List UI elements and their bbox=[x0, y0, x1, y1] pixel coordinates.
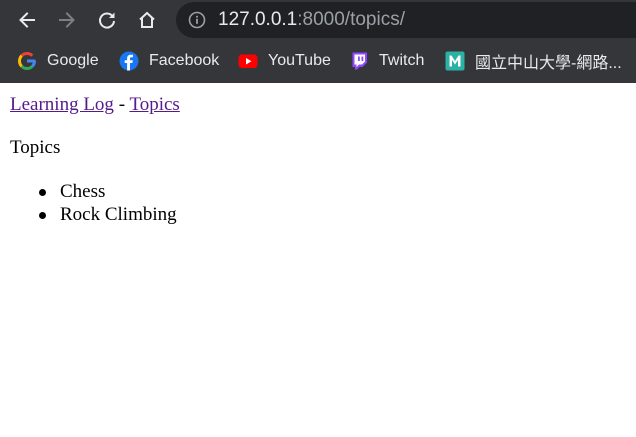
navigation-bar: 127.0.0.1:8000/topics/ bbox=[0, 0, 636, 40]
browser-chrome: 127.0.0.1:8000/topics/ Google Facebook Y… bbox=[0, 0, 636, 114]
info-icon[interactable] bbox=[188, 11, 206, 29]
back-arrow-icon bbox=[19, 12, 35, 28]
bookmark-label: Twitch bbox=[379, 52, 425, 69]
bullet-icon bbox=[39, 212, 46, 219]
bookmark-label: Google bbox=[47, 52, 99, 69]
page-content: Learning Log - Topics Topics Chess Rock … bbox=[0, 83, 636, 437]
url-text[interactable]: 127.0.0.1:8000/topics/ bbox=[218, 9, 405, 31]
back-button[interactable] bbox=[13, 6, 41, 34]
reload-button[interactable] bbox=[93, 6, 121, 34]
address-bar[interactable]: 127.0.0.1:8000/topics/ bbox=[176, 2, 636, 38]
youtube-icon bbox=[238, 51, 258, 71]
list-item-topic: Chess bbox=[39, 180, 177, 203]
bookmark-label: YouTube bbox=[268, 52, 331, 69]
bookmark-twitch[interactable]: Twitch bbox=[349, 49, 424, 73]
url-path: :8000/topics/ bbox=[297, 9, 405, 30]
topic-name: Rock Climbing bbox=[60, 204, 177, 225]
page-title: Topics bbox=[10, 137, 61, 158]
list-item-topic: Rock Climbing bbox=[39, 203, 177, 226]
topic-list: Chess Rock Climbing bbox=[10, 180, 177, 226]
bookmark-google[interactable]: Google bbox=[17, 49, 99, 73]
bookmarks-bar: Google Facebook YouTube Twitch 國立中山大學-網路… bbox=[0, 44, 636, 114]
bookmark-youtube[interactable]: YouTube bbox=[238, 49, 331, 73]
facebook-icon bbox=[119, 51, 139, 71]
home-button[interactable] bbox=[133, 6, 161, 34]
topic-name: Chess bbox=[60, 181, 106, 202]
bookmark-label: Facebook bbox=[149, 52, 220, 69]
bookmark-facebook[interactable]: Facebook bbox=[119, 49, 219, 73]
bookmark-nsysu[interactable]: 國立中山大學-網路... bbox=[445, 49, 622, 73]
bookmark-label: 國立中山大學-網路... bbox=[475, 55, 622, 72]
m-logo-icon bbox=[445, 51, 465, 71]
topics-link[interactable]: Topics bbox=[129, 94, 179, 115]
reload-icon bbox=[99, 12, 115, 29]
forward-button[interactable] bbox=[53, 6, 81, 34]
twitch-icon bbox=[349, 51, 369, 71]
forward-arrow-icon bbox=[59, 12, 75, 28]
url-host: 127.0.0.1 bbox=[218, 9, 298, 30]
google-icon bbox=[17, 51, 37, 71]
home-link[interactable]: Learning Log bbox=[10, 94, 114, 115]
bullet-icon bbox=[39, 189, 46, 196]
home-icon bbox=[139, 11, 155, 28]
site-header: Learning Log - Topics bbox=[10, 94, 180, 116]
header-separator: - bbox=[118, 94, 126, 115]
